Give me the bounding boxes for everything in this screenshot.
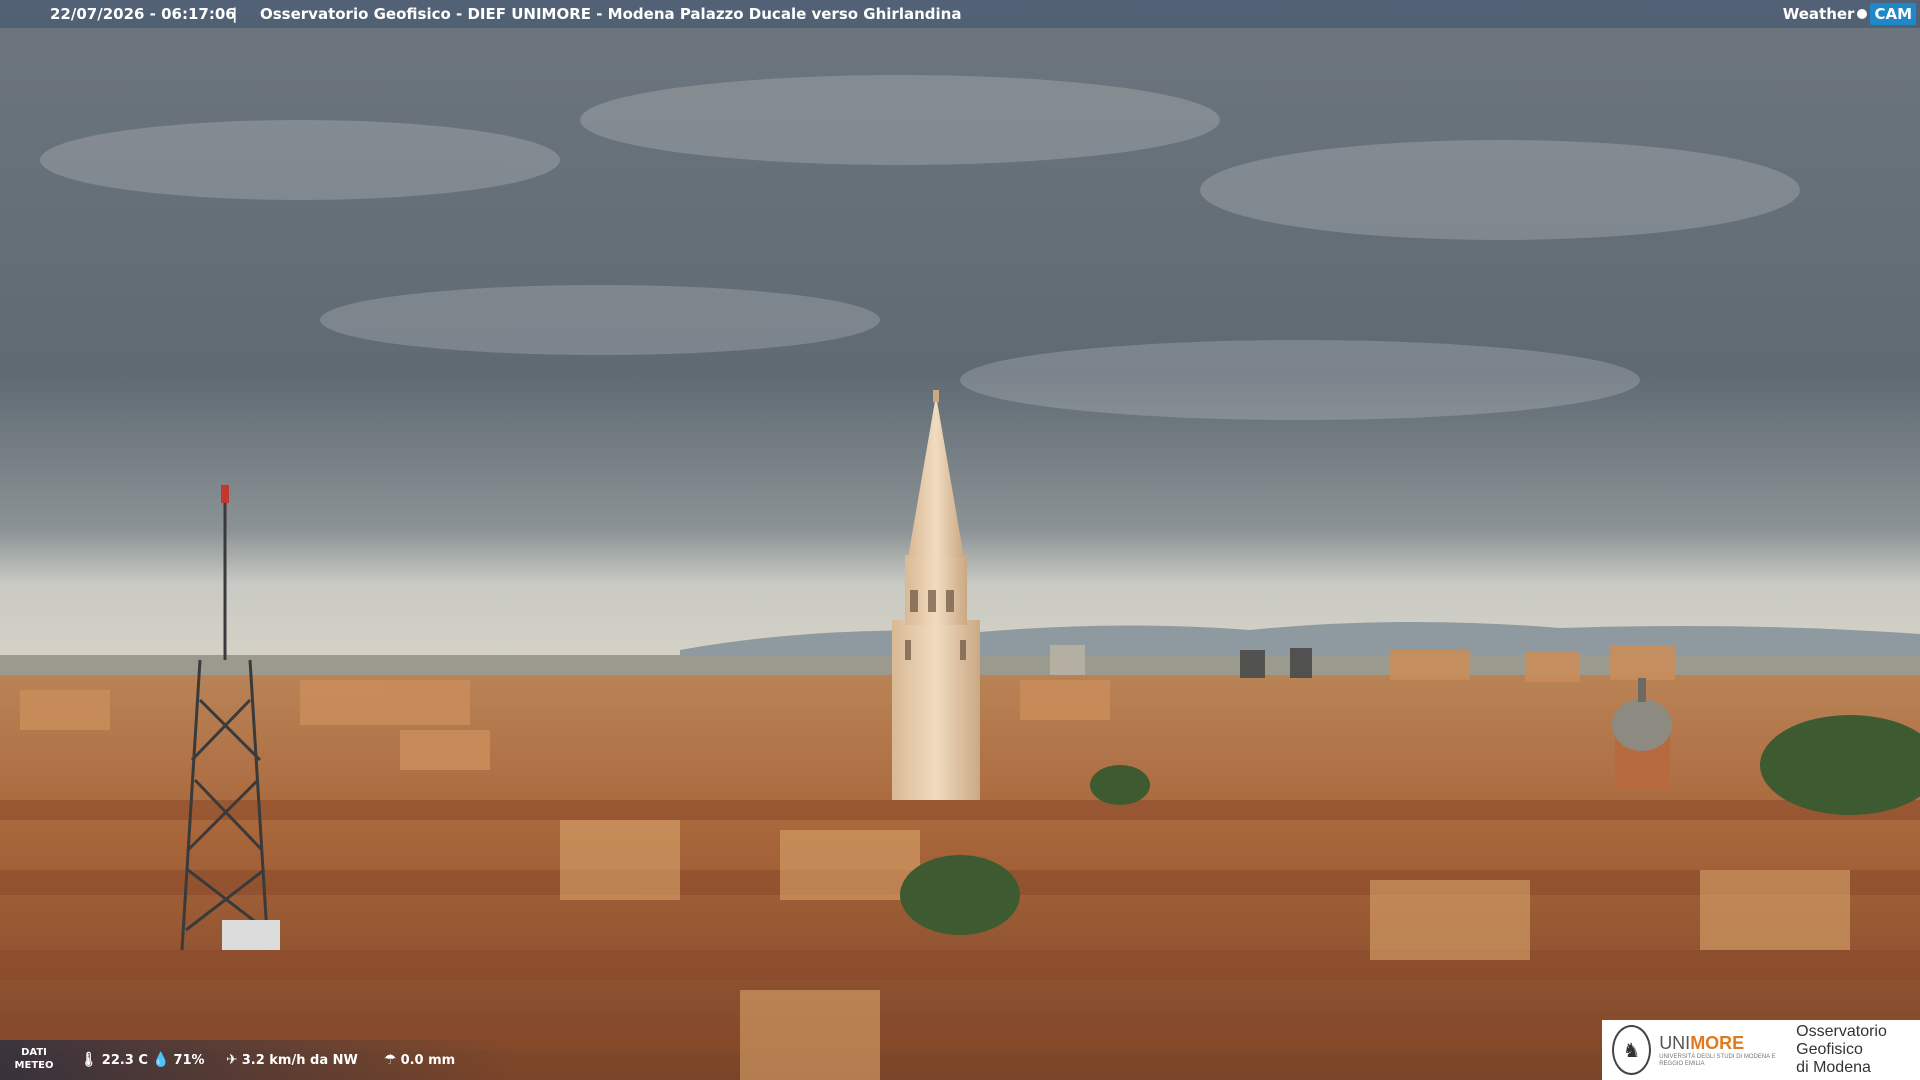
rain-value: 0.0 mm (400, 1052, 456, 1068)
overlay-top-bar: 22/07/2026 - 06:17:06 | Osservatorio Geo… (0, 0, 1920, 28)
rain-readout: ☂ 0.0 mm (384, 1052, 455, 1068)
separator: | (232, 5, 238, 23)
temperature-readout: 🌡 22.3 C (80, 1052, 148, 1068)
humidity-readout: 💧 71% (152, 1052, 205, 1068)
rain-icon: ☂ (384, 1052, 397, 1068)
temperature-value: 22.3 C (101, 1052, 148, 1068)
wind-icon: ✈ (226, 1052, 238, 1068)
timestamp: 22/07/2026 - 06:17:06 (50, 5, 236, 23)
unimore-wordmark-a: UNI (1659, 1032, 1691, 1053)
observatory-line1: Osservatorio Geofisico (1796, 1023, 1887, 1058)
unimore-subtitle: UNIVERSITÀ DEGLI STUDI DI MODENA E REGGI… (1659, 1053, 1776, 1067)
unimore-wordmark: UNIMORE UNIVERSITÀ DEGLI STUDI DI MODENA… (1659, 1033, 1784, 1068)
brand-weather: Weather (1782, 5, 1855, 23)
wind-value: 3.2 km/h da NW (241, 1052, 358, 1068)
unimore-logo: ♞ UNIMORE UNIVERSITÀ DEGLI STUDI DI MODE… (1602, 1020, 1920, 1080)
wind-readout: ✈ 3.2 km/h da NW (226, 1052, 358, 1068)
meteo-label: DATI METEO (14, 1047, 54, 1071)
observatory-line2: di Modena (1796, 1059, 1871, 1076)
weathercam-logo: Weather CAM (1783, 2, 1916, 26)
brand-dot-icon (1857, 9, 1868, 19)
meteo-strip: DATI METEO 🌡 22.3 C 💧 71% ✈ 3.2 km/h da … (0, 1040, 520, 1080)
observatory-name: Osservatorio Geofisico di Modena (1796, 1023, 1920, 1077)
humidity-icon: 💧 (152, 1052, 170, 1068)
webcam-photo (0, 0, 1920, 1080)
humidity-value: 71% (173, 1052, 205, 1068)
unimore-wordmark-b: MORE (1690, 1032, 1745, 1053)
mast-equipment (222, 920, 280, 950)
brand-cam: CAM (1870, 3, 1916, 25)
thermometer-icon: 🌡 (80, 1052, 98, 1068)
university-seal-icon: ♞ (1612, 1025, 1652, 1075)
camera-title: Osservatorio Geofisico - DIEF UNIMORE - … (260, 5, 962, 23)
